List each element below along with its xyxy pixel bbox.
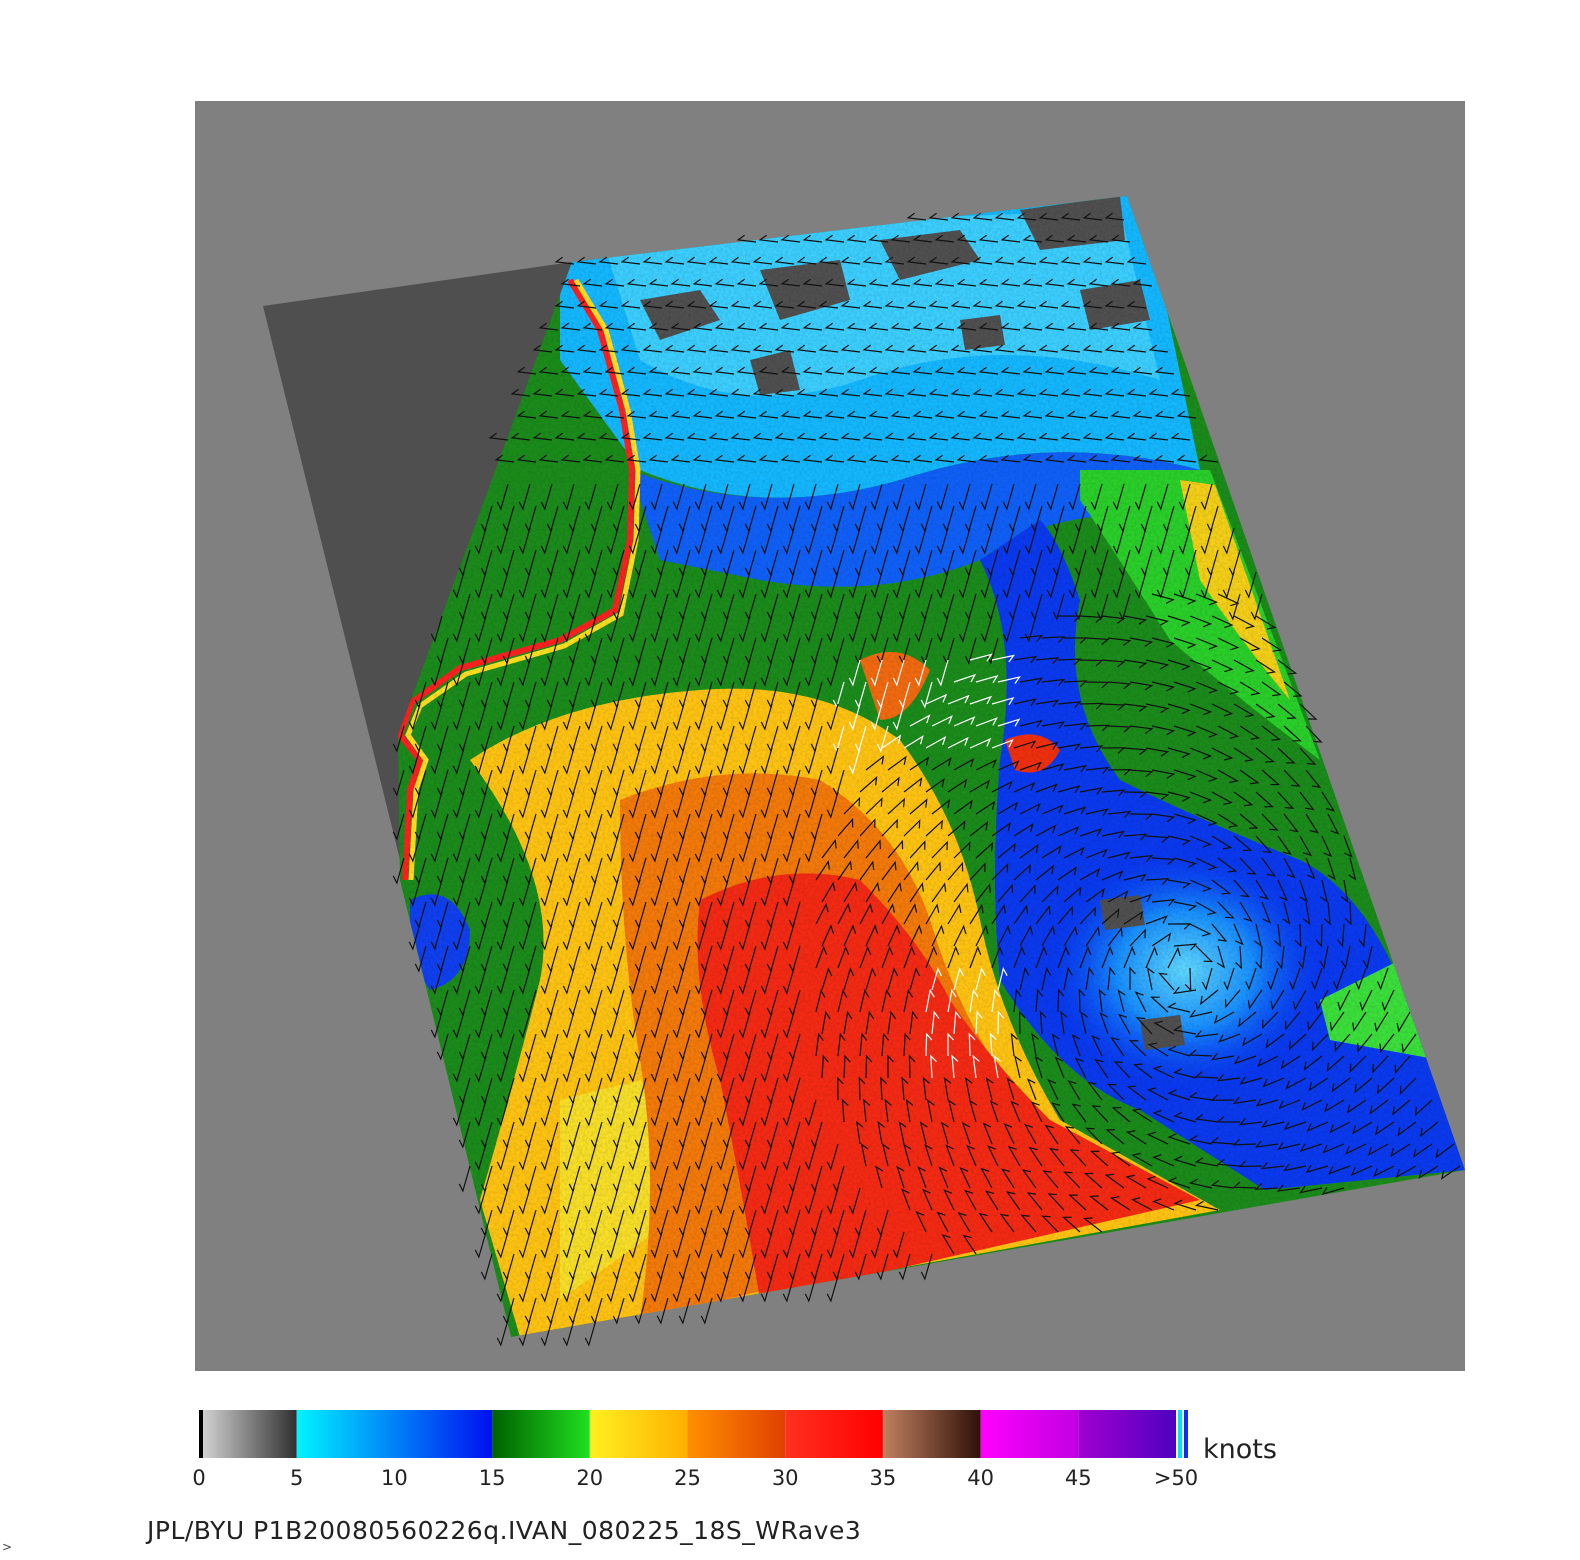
colorbar-tick-label: 45 — [1064, 1466, 1092, 1490]
colorbar-tick-label: >50 — [1153, 1466, 1199, 1490]
colorbar-segment — [980, 1410, 1079, 1458]
colorbar-end-marker — [1184, 1410, 1188, 1458]
colorbar-tick-label: 15 — [478, 1466, 506, 1490]
colorbar-tick-label: 20 — [576, 1466, 604, 1490]
colorbar-segment — [492, 1410, 590, 1458]
colorbar-segment — [882, 1410, 981, 1458]
image-caption: JPL/BYU P1B20080560226q.IVAN_080225_18S_… — [147, 1516, 862, 1545]
colorbar-tick-label: 25 — [674, 1466, 701, 1490]
colorbar-segment — [199, 1410, 297, 1458]
colorbar-tick-label: 10 — [381, 1466, 408, 1490]
colorbar-units-label: knots — [1203, 1434, 1277, 1465]
wind-speed-colorbar — [199, 1410, 1188, 1458]
colorbar-segment — [1078, 1410, 1176, 1458]
colorbar-segment — [589, 1410, 688, 1458]
colorbar-tick-label: 5 — [290, 1466, 304, 1490]
colorbar-segment — [687, 1410, 786, 1458]
colorbar-end-marker — [199, 1410, 203, 1458]
colorbar-tick-label: 30 — [771, 1466, 799, 1490]
colorbar-segment — [785, 1410, 883, 1458]
colorbar-tick-label: 40 — [967, 1466, 994, 1490]
colorbar-end-marker — [1178, 1410, 1182, 1458]
colorbar-tick-label: 35 — [869, 1466, 897, 1490]
colorbar-tick-label: 0 — [192, 1466, 206, 1490]
wind-speed-map — [195, 101, 1465, 1458]
colorbar-segment — [296, 1410, 493, 1458]
corner-mark: > — [2, 1540, 13, 1554]
